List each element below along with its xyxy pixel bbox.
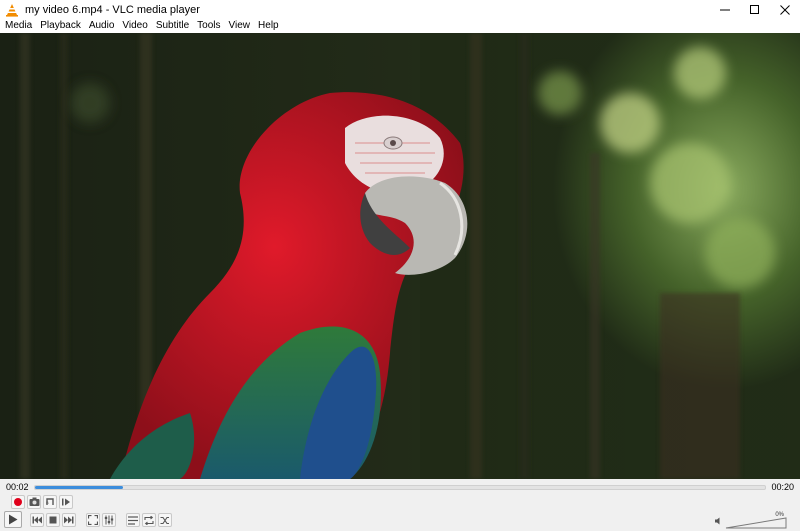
window-title: my video 6.mp4 - VLC media player <box>25 3 200 16</box>
minimize-button[interactable] <box>710 0 740 19</box>
seek-slider[interactable] <box>34 485 766 490</box>
minimize-icon <box>720 9 730 10</box>
shuffle-button[interactable] <box>158 513 172 527</box>
fullscreen-icon <box>88 515 98 525</box>
playlist-button[interactable] <box>126 513 140 527</box>
previous-icon <box>32 516 42 524</box>
play-button[interactable] <box>4 511 22 528</box>
loop-ab-button[interactable]: B <box>43 495 57 509</box>
record-icon <box>14 498 22 506</box>
camera-icon <box>29 497 39 506</box>
menu-media[interactable]: Media <box>0 19 36 33</box>
stop-icon <box>49 516 57 524</box>
loop-ab-icon: B <box>46 498 54 505</box>
snapshot-button[interactable] <box>27 495 41 509</box>
play-icon <box>9 514 18 525</box>
video-display[interactable] <box>0 33 800 479</box>
video-frame-parrot <box>0 33 800 479</box>
close-button[interactable] <box>770 0 800 19</box>
maximize-icon <box>750 4 759 14</box>
loop-icon <box>144 515 154 525</box>
maximize-button[interactable] <box>740 0 770 19</box>
menu-bar: Media Playback Audio Video Subtitle Tool… <box>0 19 800 33</box>
time-elapsed: 00:02 <box>6 482 29 492</box>
volume-percentage: 0% <box>775 512 784 518</box>
playlist-icon <box>128 515 138 525</box>
menu-subtitle[interactable]: Subtitle <box>152 19 193 33</box>
menu-view[interactable]: View <box>225 19 255 33</box>
speaker-icon <box>715 517 720 525</box>
time-total[interactable]: 00:20 <box>771 482 794 492</box>
loop-button[interactable] <box>142 513 156 527</box>
previous-button[interactable] <box>30 513 44 527</box>
shuffle-icon <box>160 516 169 524</box>
controls-bar: B 0% <box>0 495 800 531</box>
close-icon <box>780 4 790 15</box>
menu-tools[interactable]: Tools <box>193 19 224 33</box>
title-bar: my video 6.mp4 - VLC media player <box>0 0 800 19</box>
seek-row: 00:02 00:20 <box>0 479 800 495</box>
frame-step-icon <box>62 498 70 506</box>
record-button[interactable] <box>11 495 25 509</box>
extended-settings-button[interactable] <box>102 513 116 527</box>
menu-playback[interactable]: Playback <box>36 19 85 33</box>
menu-help[interactable]: Help <box>254 19 283 33</box>
vlc-cone-icon <box>5 3 19 17</box>
seek-progress <box>35 486 123 489</box>
svg-text:B: B <box>46 500 49 505</box>
menu-video[interactable]: Video <box>118 19 151 33</box>
stop-button[interactable] <box>46 513 60 527</box>
fullscreen-button[interactable] <box>86 513 100 527</box>
extended-settings-icon <box>104 515 114 525</box>
next-button[interactable] <box>62 513 76 527</box>
volume-control[interactable]: 0% <box>715 512 788 529</box>
window-controls <box>710 0 800 19</box>
menu-audio[interactable]: Audio <box>85 19 119 33</box>
next-icon <box>64 516 74 524</box>
frame-step-button[interactable] <box>59 495 73 509</box>
